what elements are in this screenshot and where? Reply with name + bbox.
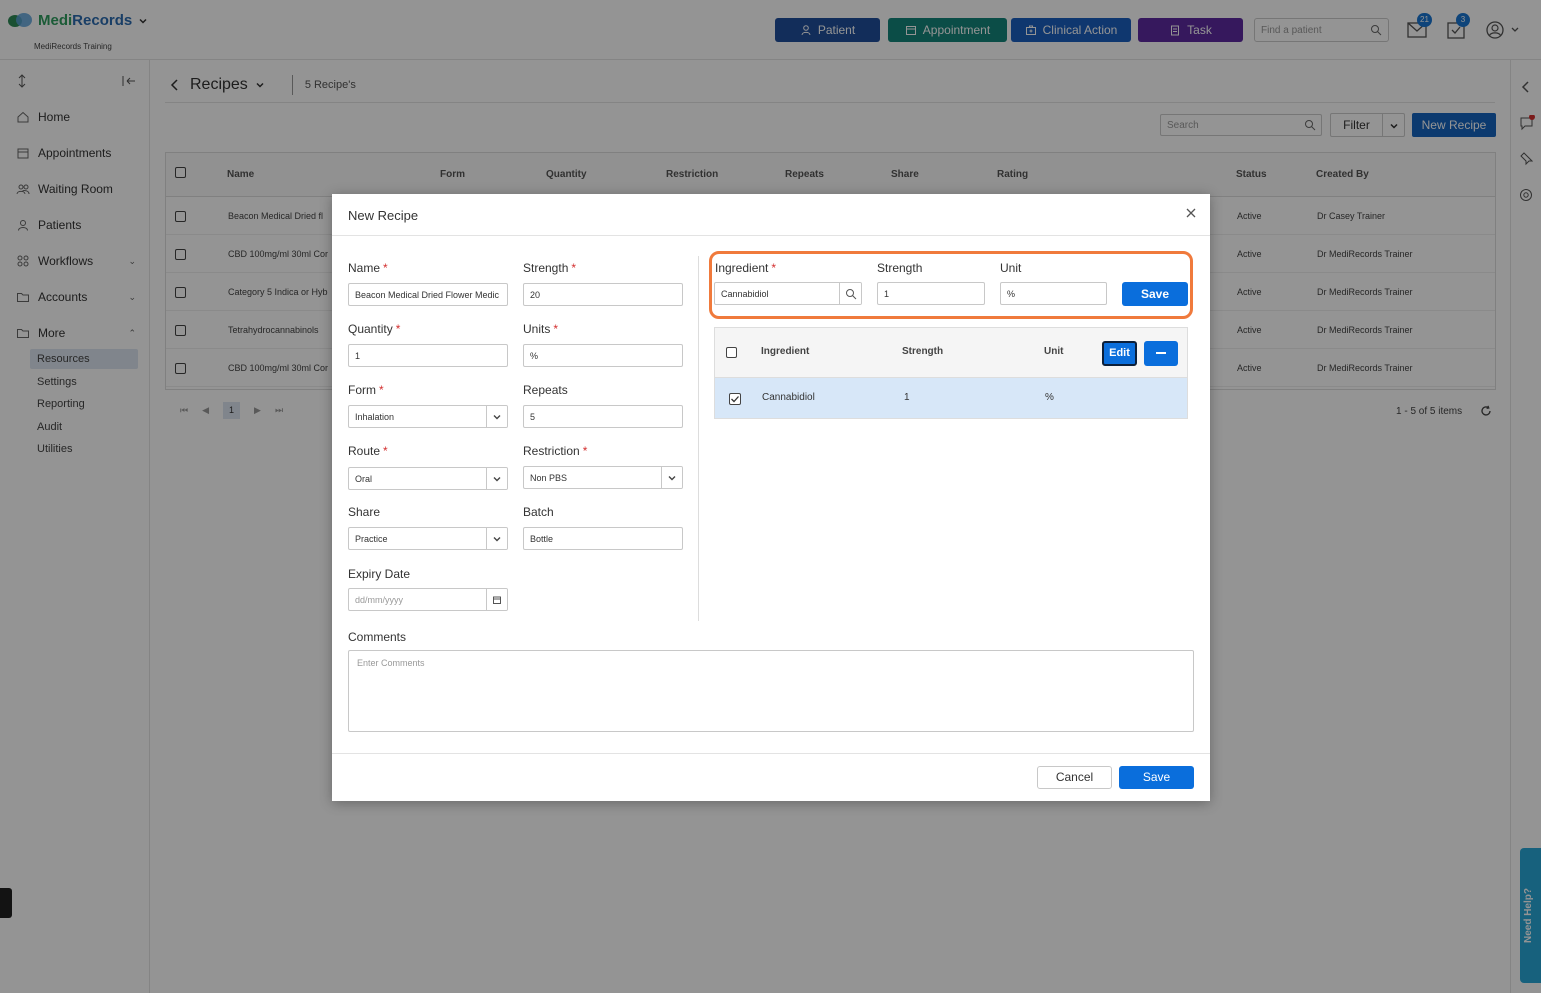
ingredient-label: Ingredient * [715,261,777,275]
route-select-value: Oral [355,474,373,484]
comments-textarea[interactable]: Enter Comments [348,650,1194,732]
row-checkbox-checked[interactable] [729,393,741,405]
name-input[interactable]: Beacon Medical Dried Flower Medic [348,283,508,306]
batch-input[interactable]: Bottle [523,527,683,550]
dialog-footer-divider [332,753,1210,754]
share-select-value: Practice [355,534,388,544]
ingredient-strength: 1 [904,392,910,403]
dialog-header: New Recipe [332,194,1210,236]
calendar-icon [493,596,501,604]
new-recipe-dialog: New Recipe Name * Beacon Medical Dried Fl… [332,194,1210,801]
restriction-select[interactable]: Non PBS [523,466,683,489]
route-dropdown-toggle[interactable] [486,468,507,489]
share-label: Share [348,505,381,519]
save-recipe-button[interactable]: Save [1119,766,1194,789]
expiry-date-label: Expiry Date [348,567,411,581]
comments-label: Comments [348,630,407,644]
form-dropdown-toggle[interactable] [486,406,507,427]
column-header: Unit [1044,346,1064,357]
search-icon [845,288,856,299]
chevron-down-icon [493,414,501,419]
share-select[interactable]: Practice [348,527,508,550]
batch-label: Batch [523,505,554,519]
repeats-label: Repeats [523,383,568,397]
select-all-ingredients-checkbox[interactable] [726,347,737,358]
ingredients-table: Ingredient Strength Unit Edit Cannabidio… [714,327,1188,419]
column-header: Ingredient [761,346,810,357]
date-picker-toggle[interactable] [486,589,507,610]
ingredient-unit-label: Unit [1000,261,1022,275]
ingredient-strength-input[interactable]: 1 [877,282,985,305]
comments-placeholder: Enter Comments [357,658,425,668]
route-select[interactable]: Oral [348,467,508,490]
table-row[interactable]: Cannabidiol 1 % [715,378,1187,418]
chevron-down-icon [668,475,676,480]
chevron-down-icon [493,476,501,481]
share-dropdown-toggle[interactable] [486,528,507,549]
restriction-dropdown-toggle[interactable] [661,467,682,488]
strength-label: Strength * [523,261,577,275]
column-header: Strength [902,346,944,357]
repeats-input[interactable]: 5 [523,405,683,428]
units-input[interactable]: % [523,344,683,367]
route-label: Route * [348,444,388,458]
chevron-down-icon [493,536,501,541]
cancel-button[interactable]: Cancel [1037,766,1112,789]
expiry-date-input[interactable]: dd/mm/yyyy [348,588,508,611]
restriction-select-value: Non PBS [530,473,568,483]
quantity-label: Quantity * [348,322,401,336]
ingredient-search-button[interactable] [839,283,861,304]
ingredient-name: Cannabidiol [762,392,815,403]
ingredient-search-input[interactable]: Cannabidiol [714,282,862,305]
ingredient-strength-label: Strength [877,261,923,275]
remove-ingredient-button[interactable] [1144,341,1178,366]
save-ingredient-button[interactable]: Save [1122,282,1188,306]
close-icon[interactable] [1184,206,1198,220]
units-label: Units * [523,322,559,336]
dialog-title: New Recipe [348,208,419,223]
ingredient-search-value: Cannabidiol [721,289,769,299]
column-divider [698,256,699,621]
restriction-label: Restriction * [523,444,588,458]
ingredients-table-header: Ingredient Strength Unit Edit [715,328,1187,378]
name-label: Name * [348,261,388,275]
ingredient-unit: % [1045,392,1054,403]
form-label: Form * [348,383,384,397]
form-select[interactable]: Inhalation [348,405,508,428]
form-select-value: Inhalation [355,412,395,422]
edit-ingredient-button[interactable]: Edit [1102,341,1137,366]
ingredient-unit-input[interactable]: % [1000,282,1107,305]
quantity-input[interactable]: 1 [348,344,508,367]
expiry-date-placeholder: dd/mm/yyyy [355,595,404,605]
strength-input[interactable]: 20 [523,283,683,306]
